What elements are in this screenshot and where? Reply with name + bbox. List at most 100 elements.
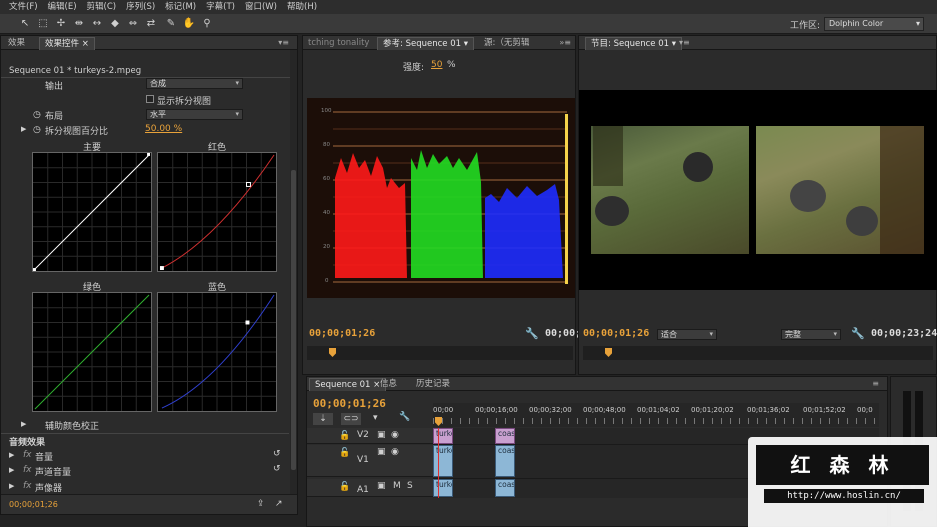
reset-icon[interactable]: ↺ bbox=[273, 464, 281, 474]
clip-a1-coast[interactable]: coas bbox=[495, 479, 515, 497]
eye-icon[interactable]: ◉ bbox=[391, 447, 399, 457]
playhead-icon[interactable] bbox=[435, 417, 442, 426]
menu-item[interactable]: 帮助(H) bbox=[282, 0, 322, 14]
tab-matching-tonality[interactable]: tching tonality bbox=[303, 37, 374, 50]
split-percent-value[interactable]: 50.00 % bbox=[145, 124, 182, 134]
playhead-icon[interactable] bbox=[329, 348, 336, 357]
track-select-tool-icon[interactable]: ⬚ bbox=[36, 17, 50, 31]
green-curve[interactable] bbox=[32, 292, 152, 412]
zoom-tool-icon[interactable]: ⚲ bbox=[200, 17, 214, 31]
workspace-select[interactable]: Dolphin Color bbox=[824, 17, 924, 31]
audio-item-panner[interactable]: 声像器 bbox=[35, 481, 62, 494]
marker-icon[interactable]: ▾ bbox=[373, 413, 378, 423]
program-timecode-left[interactable]: 00;00;01;26 bbox=[583, 328, 649, 339]
film-icon[interactable]: ▣ bbox=[377, 447, 386, 457]
timeline-timecode[interactable]: 00;00;01;26 bbox=[313, 397, 386, 410]
mute-button[interactable]: M bbox=[393, 481, 401, 491]
program-viewer[interactable] bbox=[579, 90, 937, 290]
clip-v1-turkeys[interactable]: turke bbox=[433, 445, 453, 477]
tab-info[interactable]: 信息 bbox=[375, 378, 402, 391]
menu-item[interactable]: 窗口(W) bbox=[240, 0, 282, 14]
audio-item-channel-volume[interactable]: 声道音量 bbox=[35, 465, 71, 478]
clip-a1-turkeys[interactable]: turke bbox=[433, 479, 453, 497]
track-v2-header: 🔓 V2 ▣ ◉ bbox=[307, 428, 433, 444]
tab-source[interactable]: 源:（无剪辑 bbox=[479, 37, 534, 50]
menu-item[interactable]: 编辑(E) bbox=[43, 0, 82, 14]
tab-effects[interactable]: 效果 bbox=[3, 37, 30, 50]
expand-triangle-icon[interactable]: ▶ bbox=[9, 482, 14, 490]
film-icon[interactable]: ▣ bbox=[377, 430, 386, 440]
close-icon[interactable]: × bbox=[82, 39, 89, 49]
share-icon[interactable]: ↗ bbox=[275, 499, 283, 509]
stopwatch-icon[interactable]: ◷ bbox=[33, 125, 41, 135]
wrench-icon[interactable]: 🔧 bbox=[851, 327, 865, 340]
tree-shape bbox=[880, 126, 924, 254]
razor-tool-icon[interactable]: ◆ bbox=[108, 17, 122, 31]
menu-item[interactable]: 剪辑(C) bbox=[82, 0, 122, 14]
snap-icon[interactable]: ⇣ bbox=[313, 413, 333, 425]
selection-tool-icon[interactable]: ↖ bbox=[18, 17, 32, 31]
hand-tool-icon[interactable]: ✋ bbox=[182, 17, 196, 31]
menu-item[interactable]: 字幕(T) bbox=[201, 0, 240, 14]
expand-triangle-icon[interactable]: ▶ bbox=[21, 420, 26, 428]
time-ruler[interactable]: 00;00 00;00;16;00 00;00;32;00 00;00;48;0… bbox=[433, 403, 879, 427]
effects-scrollbar[interactable] bbox=[290, 50, 297, 494]
red-curve[interactable] bbox=[157, 152, 277, 272]
panel-menu-icon[interactable]: »≡ bbox=[559, 38, 571, 47]
slip-tool-icon[interactable]: ⇔ bbox=[126, 17, 140, 31]
panel-menu-icon[interactable]: ≡ bbox=[872, 379, 879, 388]
intensity-value[interactable]: 50 bbox=[431, 60, 442, 70]
layout-select[interactable]: 水平 bbox=[146, 109, 243, 120]
tab-effect-controls[interactable]: 效果控件 × bbox=[39, 37, 95, 50]
tab-program[interactable]: 节目: Sequence 01 ▾ bbox=[585, 37, 682, 50]
quality-select[interactable]: 完整 bbox=[781, 329, 841, 340]
solo-button[interactable]: S bbox=[407, 481, 413, 491]
panel-menu-icon[interactable]: ▾≡ bbox=[278, 38, 289, 47]
output-select[interactable]: 合成 bbox=[146, 78, 243, 89]
clip-v2-coast[interactable]: coas bbox=[495, 428, 515, 444]
slide-tool-icon[interactable]: ⇄ bbox=[144, 17, 158, 31]
split-view-checkbox[interactable] bbox=[146, 95, 154, 103]
tab-sequence-label: Sequence 01 bbox=[315, 380, 371, 390]
panel-menu-icon[interactable]: ▾≡ bbox=[679, 38, 690, 47]
audio-effects-header: 音频效果 bbox=[9, 438, 46, 448]
expand-triangle-icon[interactable]: ▶ bbox=[9, 451, 14, 459]
menu-item[interactable]: 标记(M) bbox=[160, 0, 201, 14]
wrench-icon[interactable]: 🔧 bbox=[525, 327, 539, 340]
film-icon[interactable]: ▣ bbox=[377, 481, 386, 491]
tab-history[interactable]: 历史记录 bbox=[411, 378, 455, 391]
lock-icon[interactable]: 🔓 bbox=[339, 482, 350, 492]
lock-icon[interactable]: 🔓 bbox=[339, 431, 350, 441]
blue-curve[interactable] bbox=[157, 292, 277, 412]
wrench-icon[interactable]: 🔧 bbox=[399, 412, 410, 422]
turkey-shape bbox=[595, 196, 629, 226]
rate-stretch-tool-icon[interactable]: ↔ bbox=[90, 17, 104, 31]
link-icon[interactable]: ⊂⊃ bbox=[341, 413, 361, 425]
effects-timecode[interactable]: 00;00;01;26 bbox=[9, 500, 58, 509]
lock-icon[interactable]: 🔓 bbox=[339, 448, 350, 458]
pen-tool-icon[interactable]: ✎ bbox=[164, 17, 178, 31]
playhead-icon[interactable] bbox=[605, 348, 612, 357]
program-scrubber[interactable] bbox=[583, 346, 933, 360]
scroll-thumb[interactable] bbox=[291, 170, 296, 470]
effects-footer: 00;00;01;26 ⇪ ↗ bbox=[1, 494, 297, 514]
stopwatch-icon[interactable]: ◷ bbox=[33, 110, 41, 120]
expand-triangle-icon[interactable]: ▶ bbox=[9, 466, 14, 474]
secondary-color-label: 辅助颜色校正 bbox=[45, 422, 100, 432]
tab-reference[interactable]: 参考: Sequence 01 ▾ bbox=[377, 37, 474, 50]
menu-item[interactable]: 文件(F) bbox=[4, 0, 43, 14]
ref-scrubber[interactable] bbox=[307, 346, 573, 360]
ref-timecode-left[interactable]: 00;00;01;26 bbox=[309, 328, 375, 339]
master-curve[interactable] bbox=[32, 152, 152, 272]
rolling-edit-tool-icon[interactable]: ⇹ bbox=[72, 17, 86, 31]
expand-triangle-icon[interactable]: ▶ bbox=[21, 125, 26, 133]
audio-item-volume[interactable]: 音量 bbox=[35, 450, 53, 463]
clip-v1-coast[interactable]: coas bbox=[495, 445, 515, 477]
ripple-edit-tool-icon[interactable]: ✢ bbox=[54, 17, 68, 31]
clip-v2-turkeys[interactable]: turke bbox=[433, 428, 453, 444]
menu-item[interactable]: 序列(S) bbox=[121, 0, 160, 14]
fit-select[interactable]: 适合 bbox=[657, 329, 717, 340]
export-icon[interactable]: ⇪ bbox=[257, 499, 265, 509]
reset-icon[interactable]: ↺ bbox=[273, 449, 281, 459]
eye-icon[interactable]: ◉ bbox=[391, 430, 399, 440]
